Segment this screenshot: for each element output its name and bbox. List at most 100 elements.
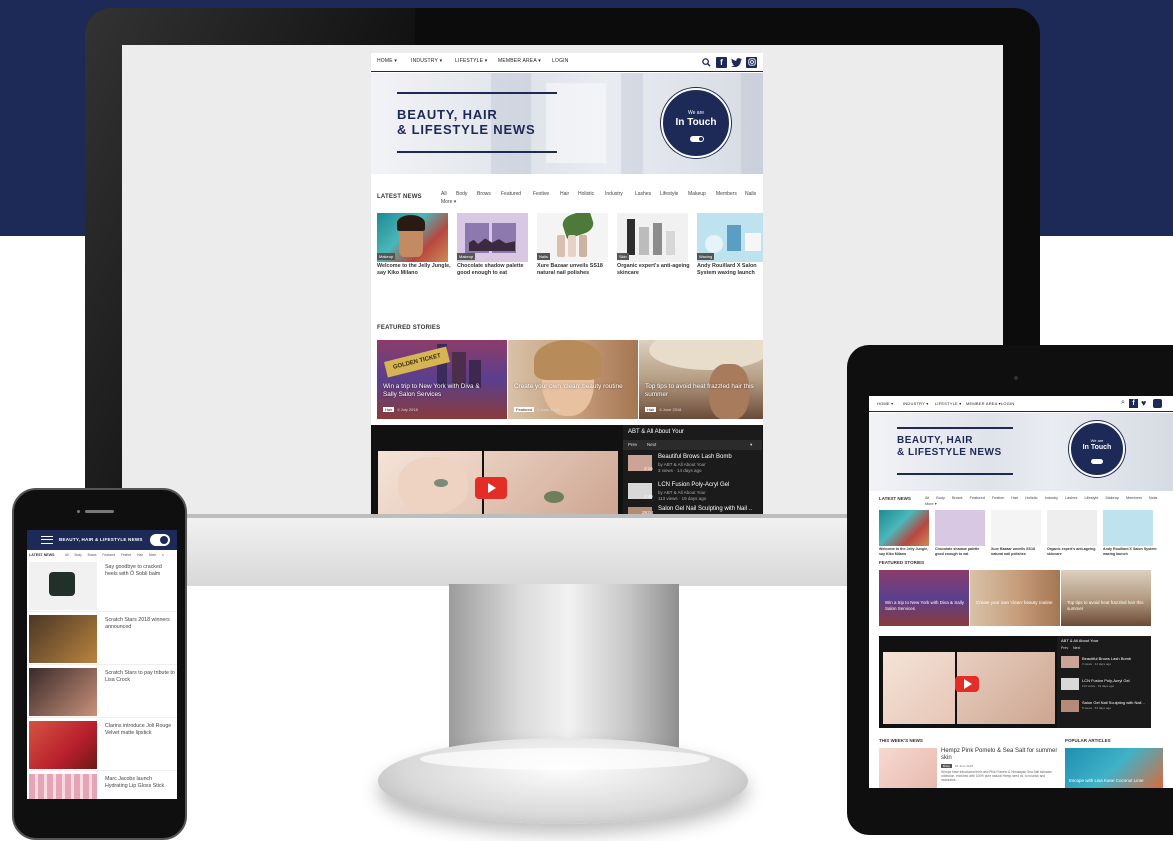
cat-all[interactable]: All — [441, 191, 447, 197]
cat-industry[interactable]: Industry — [605, 191, 623, 197]
thumb-caption[interactable]: Welcome to the Jelly Jungle, say Kiko Mi… — [879, 547, 933, 556]
cat-body[interactable]: Body — [456, 191, 467, 197]
cat-lashes[interactable]: Lashes — [1065, 496, 1077, 500]
cat-holistic[interactable]: Holistic — [578, 191, 594, 197]
nav-industry[interactable]: INDUSTRY ▾ — [411, 58, 442, 64]
nav-home[interactable]: HOME ▾ — [877, 401, 893, 406]
video-title[interactable]: Salon Gel Nail Sculpting with Nail .. — [1082, 700, 1145, 705]
thumb-skincare[interactable]: Skin — [617, 213, 688, 262]
thumb-caption[interactable]: Xure Bazaar unveils SS18 natural nail po… — [991, 547, 1045, 556]
nav-login[interactable]: LOGIN — [1001, 401, 1014, 406]
phone-categories[interactable]: All Body Brows Featured Festive Hair Mor… — [65, 553, 164, 557]
video-title[interactable]: Beautiful Brows Lash Bomb — [1082, 656, 1131, 661]
cat-nails[interactable]: Nails — [745, 191, 756, 197]
list-item[interactable]: Scratch Stars 2018 winners announced — [27, 613, 177, 665]
in-touch-badge[interactable]: We are In Touch — [1069, 421, 1125, 477]
cat-makeup[interactable]: Makeup — [688, 191, 706, 197]
cat-featured[interactable]: Featured — [102, 553, 115, 557]
twitter-icon[interactable]: ♥ — [1141, 398, 1146, 408]
cat-festive[interactable]: Festive — [121, 553, 131, 557]
nav-home[interactable]: HOME ▾ — [377, 58, 397, 64]
cat-featured[interactable]: Featured — [501, 191, 521, 197]
video-title[interactable]: LCN Fusion Poly-Acryl Gel — [1082, 678, 1130, 683]
thumb-kiko[interactable] — [879, 510, 929, 546]
video-thumb[interactable] — [1061, 656, 1079, 668]
thumb-caption[interactable]: Xure Bazaar unveils SS18 natural nail po… — [537, 263, 612, 276]
cat-brows[interactable]: Brows — [952, 496, 963, 500]
in-touch-badge[interactable]: We are In Touch — [661, 88, 731, 158]
week-article-image[interactable] — [879, 748, 937, 788]
cat-festive[interactable]: Festive — [533, 191, 549, 197]
list-item[interactable]: Clarins introduce Joli Rouge Velvet matt… — [27, 719, 177, 771]
popular-article-image[interactable]: Escape with Lisa Kane Coconut Lime — [1065, 748, 1163, 788]
playlist-next-button[interactable]: Next — [1073, 646, 1080, 650]
nav-member-area[interactable]: MEMBER AREA ▾ — [966, 401, 1001, 406]
thumb-waxing[interactable]: Waxing — [697, 213, 763, 262]
cat-makeup[interactable]: Makeup — [1105, 496, 1119, 500]
cat-hair[interactable]: Hair — [1011, 496, 1018, 500]
cat-body[interactable]: Body — [74, 553, 81, 557]
cat-members[interactable]: Members — [716, 191, 737, 197]
cat-lifestyle[interactable]: Lifestyle — [660, 191, 678, 197]
in-touch-toggle-icon[interactable] — [150, 534, 170, 546]
nav-lifestyle[interactable]: LIFESTYLE ▾ — [935, 401, 961, 406]
cat-hair[interactable]: Hair — [137, 553, 143, 557]
video-player[interactable]: ABT & All About Your Prev Next ▾ 2:16 Be… — [371, 425, 763, 515]
cat-more[interactable]: More ▾ — [149, 553, 164, 557]
featured-card-heat-tips[interactable]: Top tips to avoid heat frazzled hair thi… — [639, 340, 763, 419]
thumb-chocolate[interactable]: Makeup — [457, 213, 528, 262]
search-icon[interactable] — [701, 57, 712, 68]
playlist-next-button[interactable]: Next — [647, 442, 656, 447]
cat-hair[interactable]: Hair — [560, 191, 569, 197]
nav-lifestyle[interactable]: LIFESTYLE ▾ — [455, 58, 488, 64]
thumb-caption[interactable]: Organic expert's anti-ageing skincare — [617, 263, 692, 276]
cat-industry[interactable]: Industry — [1045, 496, 1059, 500]
facebook-icon[interactable]: f — [716, 56, 727, 68]
video-title[interactable]: LCN Fusion Poly-Acryl Gel — [658, 482, 729, 488]
tablet-video-player[interactable]: ABT & All About Your Prev Next Beautiful… — [879, 636, 1151, 728]
thumb-caption[interactable]: Chocolate shadow palette good enough to … — [935, 547, 989, 556]
play-button[interactable] — [475, 477, 507, 499]
list-item[interactable]: Scratch Stars to pay tribute to Lisa Cro… — [27, 666, 177, 718]
list-item[interactable]: Marc Jacobs launch Hydrating Lip Gloss S… — [27, 772, 177, 799]
video-thumb[interactable] — [1061, 700, 1079, 712]
thumb-skincare[interactable] — [1047, 510, 1097, 546]
video-title[interactable]: Salon Gel Nail Sculpting with Nail .. — [658, 506, 752, 512]
thumb-nails[interactable] — [991, 510, 1041, 546]
nav-login[interactable]: LOGIN — [552, 58, 569, 64]
play-button[interactable] — [955, 676, 979, 692]
featured-card-newyork[interactable]: GOLDEN TICKET Win a trip to New York wit… — [377, 340, 507, 419]
nav-industry[interactable]: INDUSTRY ▾ — [903, 401, 928, 406]
featured-card-clean-beauty[interactable]: Create your own 'clean' beauty routine — [970, 570, 1060, 626]
video-thumb[interactable] — [1061, 678, 1079, 690]
thumb-caption[interactable]: Andy Rouillard X Salon System waxing lau… — [1103, 547, 1157, 556]
facebook-icon[interactable]: f — [1129, 399, 1138, 408]
playlist-prev-button[interactable]: Prev — [1061, 646, 1068, 650]
list-item[interactable]: Say goodbye to cracked heels with Ô Sobl… — [27, 560, 177, 612]
twitter-icon[interactable] — [731, 57, 742, 68]
featured-card-clean-beauty[interactable]: Create your own 'clean' beauty routine F… — [508, 340, 638, 419]
cat-brows[interactable]: Brows — [477, 191, 491, 197]
toggle-icon[interactable] — [690, 136, 704, 142]
thumb-kiko[interactable]: Makeup — [377, 213, 448, 262]
thumb-caption[interactable]: Andy Rouillard X Salon System waxing lau… — [697, 263, 763, 276]
menu-icon[interactable] — [41, 536, 53, 544]
instagram-icon[interactable] — [1153, 399, 1162, 408]
featured-card-heat-tips[interactable]: Top tips to avoid heat frazzled hair thi… — [1061, 570, 1151, 626]
cat-members[interactable]: Members — [1126, 496, 1142, 500]
cat-lashes[interactable]: Lashes — [635, 191, 651, 197]
cat-all[interactable]: All — [925, 496, 929, 500]
thumb-waxing[interactable] — [1103, 510, 1153, 546]
cat-festive[interactable]: Festive — [992, 496, 1004, 500]
tablet-categories[interactable]: All Body Brows Featured Festive Hair Hol… — [925, 496, 1157, 500]
cat-lifestyle[interactable]: Lifestyle — [1084, 496, 1098, 500]
thumb-caption[interactable]: Chocolate shadow palette good enough to … — [457, 263, 532, 276]
video-title[interactable]: Beautiful Brows Lash Bomb — [658, 454, 732, 460]
nav-member-area[interactable]: MEMBER AREA ▾ — [498, 58, 541, 64]
cat-more[interactable]: More ▾ — [925, 501, 937, 506]
cat-body[interactable]: Body — [936, 496, 945, 500]
featured-card-newyork[interactable]: Win a trip to New York with Diva & Sally… — [879, 570, 969, 626]
cat-holistic[interactable]: Holistic — [1025, 496, 1037, 500]
cat-nails[interactable]: Nails — [1149, 496, 1157, 500]
toggle-icon[interactable] — [1091, 459, 1103, 464]
